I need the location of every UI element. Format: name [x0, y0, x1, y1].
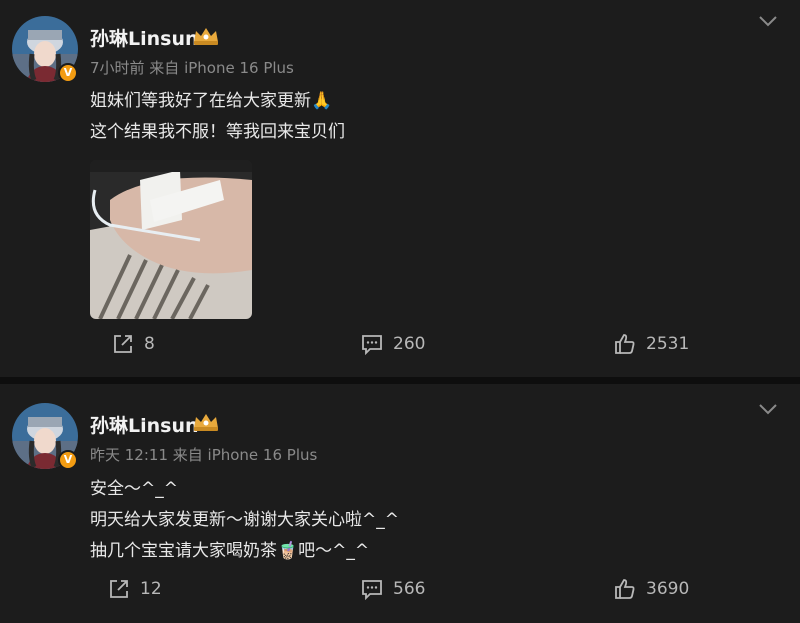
post-meta: 7小时前 来自 iPhone 16 Plus — [90, 59, 294, 77]
chevron-down-icon[interactable] — [758, 403, 778, 415]
chevron-down-icon[interactable] — [758, 15, 778, 27]
post-line: 这个结果我不服！等我回来宝贝们 — [90, 122, 345, 142]
comment-count: 566 — [393, 579, 426, 599]
comment-icon — [362, 335, 382, 355]
post-divider — [0, 377, 800, 384]
share-count: 12 — [140, 579, 162, 599]
username[interactable]: 孙琳Linsun — [90, 24, 199, 51]
post-line: 明天给大家发更新～谢谢大家关心啦^_^ — [90, 510, 399, 530]
post-meta: 昨天 12:11 来自 iPhone 16 Plus — [90, 446, 318, 464]
post-line: 安全～^_^ — [90, 479, 178, 499]
comment-button[interactable]: 566 — [361, 578, 425, 600]
crown-icon — [194, 28, 218, 45]
like-count: 3690 — [646, 579, 690, 599]
post-line: 抽几个宝宝请大家喝奶茶🧋吧～^_^ — [90, 541, 370, 561]
comment-button[interactable]: 260 — [361, 333, 425, 355]
like-button[interactable]: 2531 — [614, 333, 689, 355]
share-button[interactable]: 12 — [108, 578, 162, 600]
share-count: 8 — [144, 334, 155, 354]
share-icon — [114, 335, 132, 353]
thumbs-up-icon — [615, 334, 635, 354]
post-image[interactable] — [90, 160, 252, 319]
verified-badge-icon: V — [58, 450, 78, 470]
crown-icon — [194, 414, 218, 431]
post-text: 姐妹们等我好了在给大家更新🙏 这个结果我不服！等我回来宝贝们 — [90, 86, 345, 148]
thumbs-up-icon — [615, 579, 635, 599]
post-line: 姐妹们等我好了在给大家更新🙏 — [90, 91, 333, 111]
comment-icon — [362, 580, 382, 600]
post-card: V 孙琳Linsun 7小时前 来自 iPhone 16 Plus 姐妹们等我好… — [0, 0, 800, 377]
verified-badge-icon: V — [58, 63, 78, 83]
share-button[interactable]: 8 — [112, 333, 155, 355]
share-icon — [110, 580, 128, 598]
like-count: 2531 — [646, 334, 690, 354]
post-text: 安全～^_^ 明天给大家发更新～谢谢大家关心啦^_^ 抽几个宝宝请大家喝奶茶🧋吧… — [90, 474, 399, 567]
like-button[interactable]: 3690 — [614, 578, 689, 600]
post-card: V 孙琳Linsun 昨天 12:11 来自 iPhone 16 Plus 安全… — [0, 384, 800, 623]
comment-count: 260 — [393, 334, 426, 354]
feed: V 孙琳Linsun 7小时前 来自 iPhone 16 Plus 姐妹们等我好… — [0, 0, 800, 623]
username[interactable]: 孙琳Linsun — [90, 411, 199, 438]
